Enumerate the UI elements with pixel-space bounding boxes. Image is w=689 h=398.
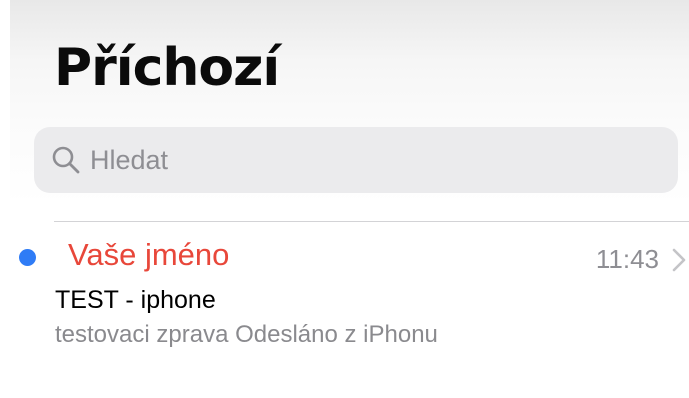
search-icon — [48, 142, 84, 178]
message-preview: testovaci zprava Odesláno z iPhonu — [55, 321, 438, 348]
unread-indicator-icon — [19, 249, 36, 266]
message-subject: TEST - iphone — [55, 286, 216, 314]
message-time: 11:43 — [595, 244, 659, 274]
search-bar[interactable] — [34, 127, 678, 193]
search-input[interactable] — [90, 144, 650, 176]
mail-inbox-screen: Příchozí Vaše jméno 11:43 TEST - iphone … — [0, 0, 689, 398]
message-sender: Vaše jméno — [68, 237, 230, 272]
page-title: Příchozí — [54, 38, 280, 98]
list-item[interactable]: Vaše jméno 11:43 TEST - iphone testovaci… — [10, 222, 689, 362]
chevron-right-icon — [669, 245, 689, 275]
